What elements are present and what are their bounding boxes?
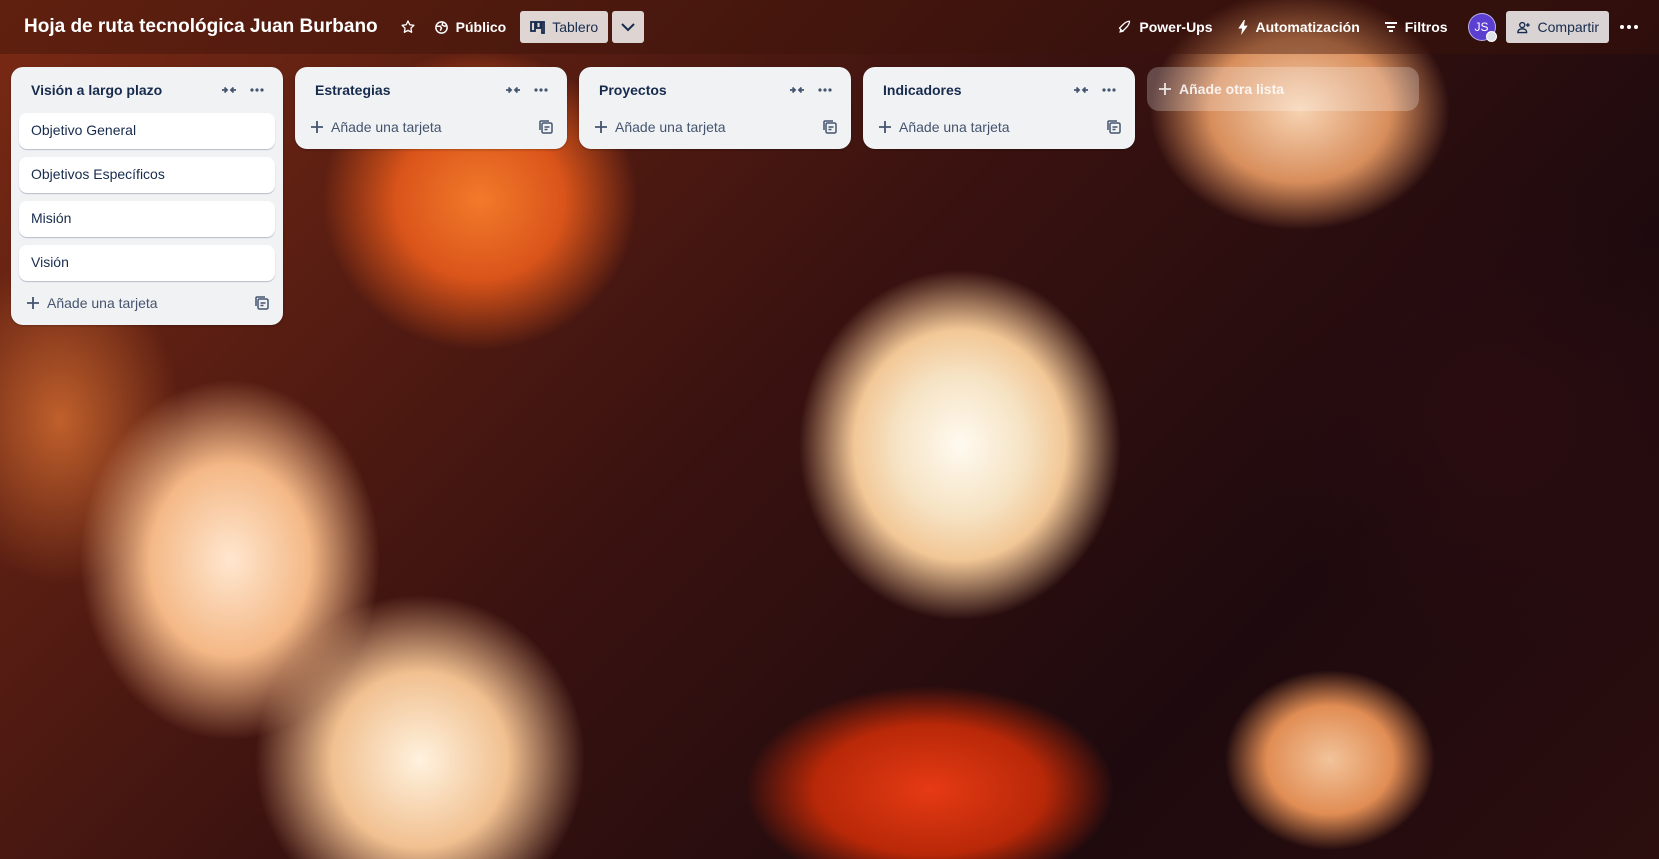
list-indicadores[interactable]: Indicadores Añade una tarjeta [863,67,1135,149]
admin-badge-icon [1485,31,1497,42]
share-label: Compartir [1537,19,1599,35]
plus-icon [311,121,323,133]
member-avatar[interactable]: JS [1467,13,1497,42]
chevron-down-icon [621,22,635,32]
add-card-label: Añade una tarjeta [331,119,442,135]
add-card-label: Añade una tarjeta [615,119,726,135]
more-icon [1620,25,1638,29]
list-title[interactable]: Visión a largo plazo [31,82,215,98]
add-list-button[interactable]: Añade otra lista [1147,67,1419,111]
header-actions: Power-Ups Automatización Filtros JS Comp… [1107,11,1645,43]
list-header: Visión a largo plazo [19,75,275,105]
collapse-icon[interactable] [215,76,243,104]
card[interactable]: Visión [19,245,275,281]
list-header: Proyectos [587,75,843,105]
star-icon [400,19,416,35]
list-header: Estrategias [303,75,559,105]
add-card-button[interactable]: Añade una tarjeta [303,111,559,143]
plus-icon [595,121,607,133]
board-title[interactable]: Hoja de ruta tecnológica Juan Burbano [24,16,378,38]
template-icon[interactable] [255,296,269,310]
add-person-icon [1516,20,1531,35]
more-icon[interactable] [527,76,555,104]
filters-label: Filtros [1404,19,1448,35]
add-card-button[interactable]: Añade una tarjeta [871,111,1127,143]
add-list-label: Añade otra lista [1179,81,1285,97]
rocket-icon [1117,20,1132,35]
plus-icon [27,297,39,309]
board-header: Hoja de ruta tecnológica Juan Burbano Pú… [0,0,1659,54]
collapse-icon[interactable] [1067,76,1095,104]
card[interactable]: Misión [19,201,275,237]
more-icon[interactable] [1095,76,1123,104]
more-icon[interactable] [243,76,271,104]
list-proyectos[interactable]: Proyectos Añade una tarjeta [579,67,851,149]
powerups-label: Power-Ups [1139,19,1213,35]
template-icon[interactable] [823,120,837,134]
filters-button[interactable]: Filtros [1374,11,1458,43]
automation-button[interactable]: Automatización [1227,11,1370,43]
board-menu-button[interactable] [1613,11,1645,43]
board-canvas: Visión a largo plazo Objetivo General Ob… [11,67,1419,325]
visibility-button[interactable]: Público [424,11,517,43]
board-icon [530,20,546,34]
card[interactable]: Objetivo General [19,113,275,149]
globe-icon [434,20,449,35]
plus-icon [879,121,891,133]
list-title[interactable]: Indicadores [883,82,1067,98]
share-button[interactable]: Compartir [1505,11,1609,43]
list-estrategias[interactable]: Estrategias Añade una tarjeta [295,67,567,149]
add-card-label: Añade una tarjeta [899,119,1010,135]
list-title[interactable]: Estrategias [315,82,499,98]
collapse-icon[interactable] [783,76,811,104]
automation-label: Automatización [1255,19,1360,35]
view-dropdown-button[interactable] [612,11,645,43]
star-button[interactable] [392,11,424,43]
collapse-icon[interactable] [499,76,527,104]
template-icon[interactable] [1107,120,1121,134]
add-card-button[interactable]: Añade una tarjeta [19,287,275,319]
card[interactable]: Objetivos Específicos [19,157,275,193]
more-icon[interactable] [811,76,839,104]
list-vision-largo-plazo[interactable]: Visión a largo plazo Objetivo General Ob… [11,67,283,325]
list-title[interactable]: Proyectos [599,82,783,98]
list-header: Indicadores [871,75,1127,105]
add-card-button[interactable]: Añade una tarjeta [587,111,843,143]
card-list: Objetivo General Objetivos Específicos M… [19,113,275,281]
add-card-label: Añade una tarjeta [47,295,158,311]
template-icon[interactable] [539,120,553,134]
filter-icon [1384,21,1398,33]
view-label: Tablero [552,19,599,35]
powerups-button[interactable]: Power-Ups [1107,11,1222,43]
plus-icon [1159,83,1171,95]
view-switcher-button[interactable]: Tablero [520,11,609,43]
visibility-label: Público [455,19,507,35]
lightning-icon [1237,19,1249,35]
